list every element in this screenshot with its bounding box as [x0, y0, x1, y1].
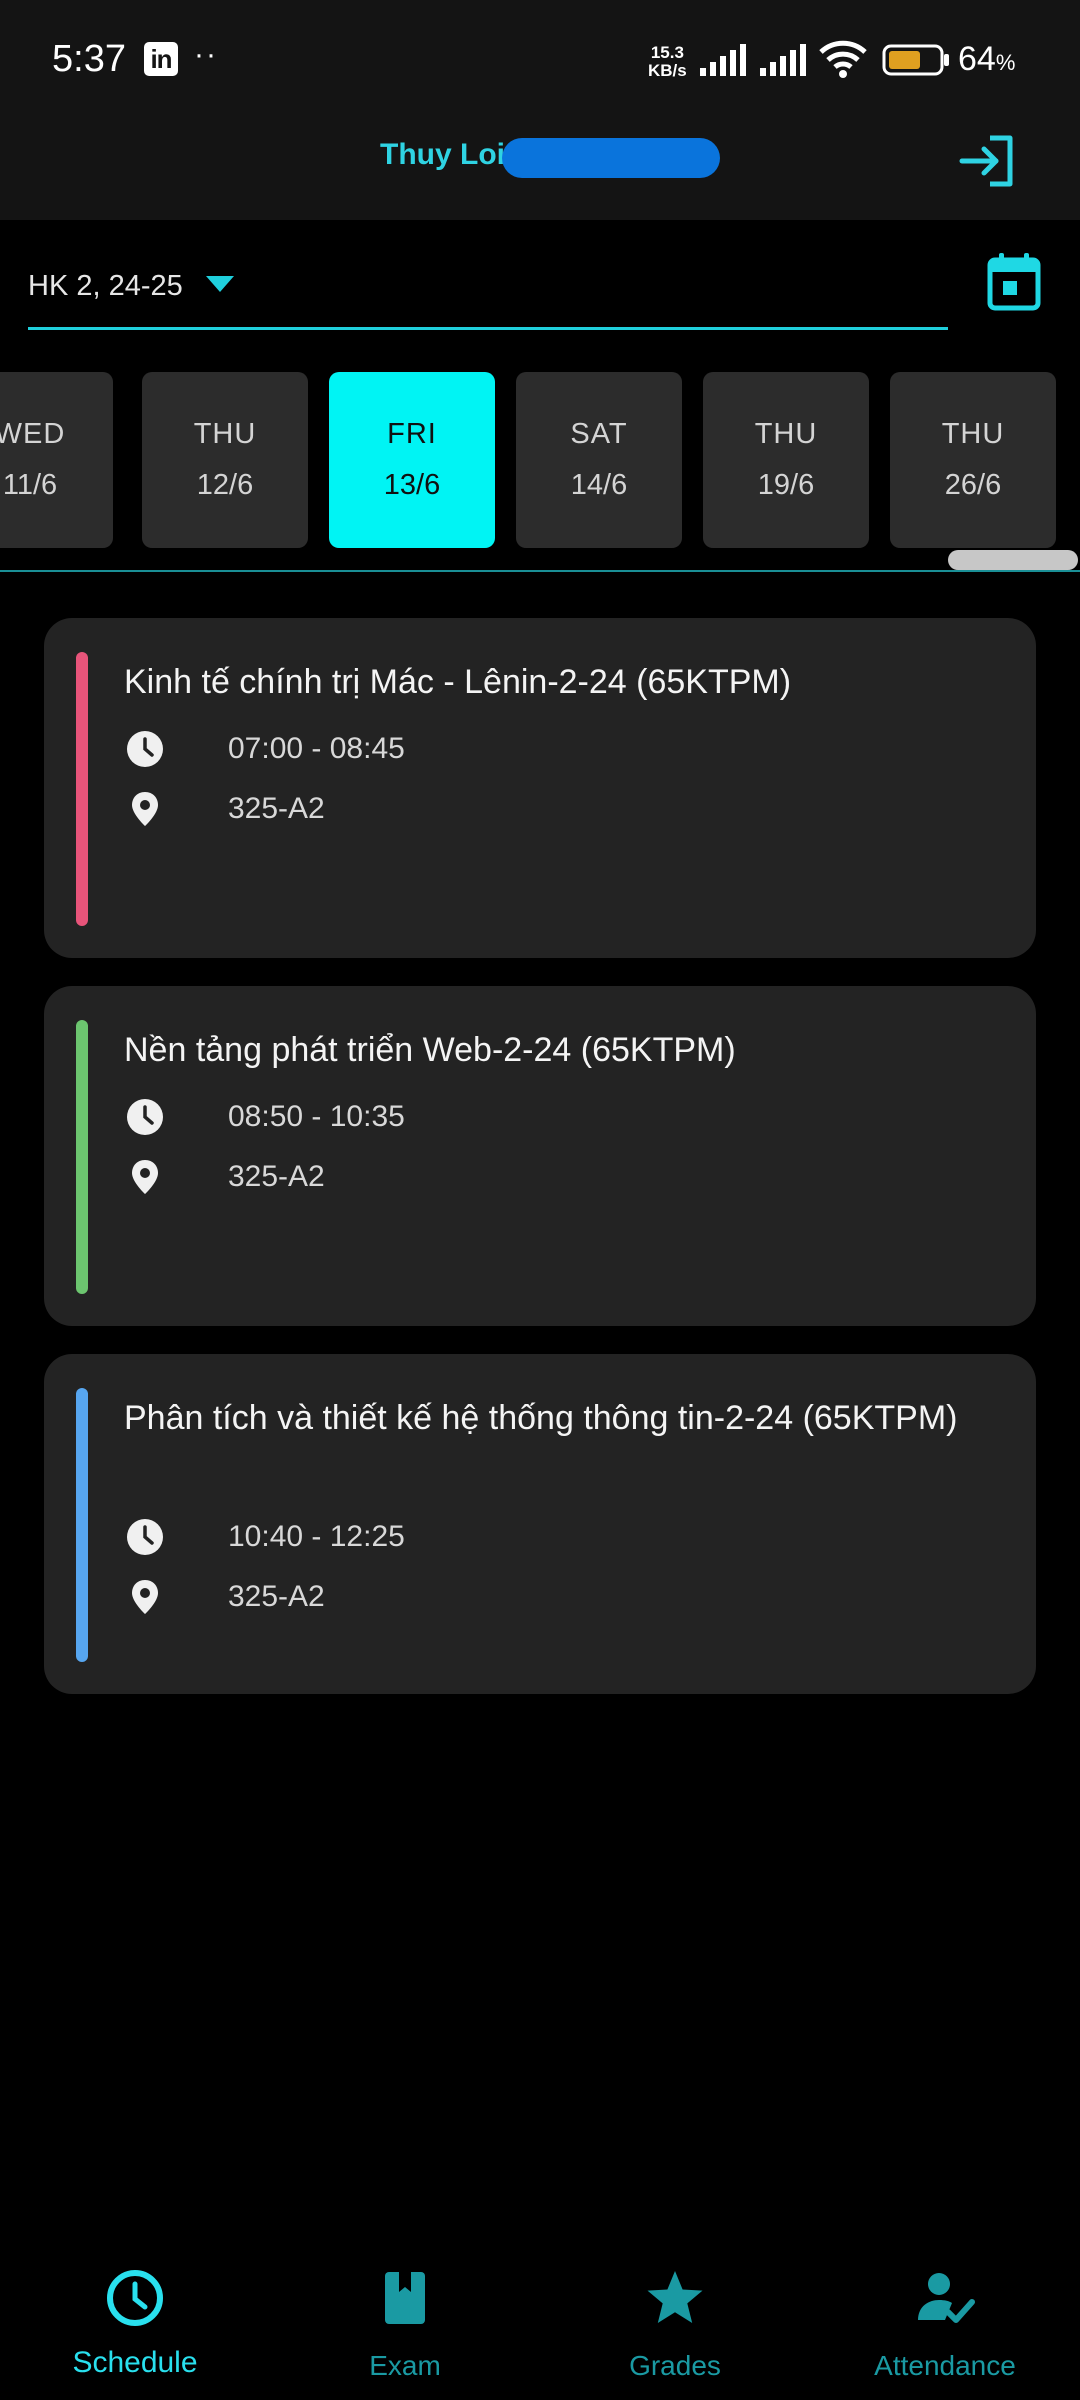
day-date: 14/6: [570, 469, 628, 501]
class-card[interactable]: Phân tích và thiết kế hệ thống thông tin…: [44, 1354, 1036, 1694]
day-name: SAT: [570, 418, 628, 450]
class-color-bar: [76, 652, 88, 926]
class-title: Phân tích và thiết kế hệ thống thông tin…: [124, 1399, 958, 1437]
app-header: Thuy Loi: [0, 120, 1080, 220]
header-title: Thuy Loi: [380, 138, 505, 171]
class-room: 325-A2: [228, 1580, 325, 1613]
day-selector[interactable]: WED 11/6 THU 12/6 FRI 13/6 SAT 14/6 THU …: [0, 372, 1080, 572]
day-date: 13/6: [383, 469, 441, 501]
linkedin-icon: in: [144, 42, 178, 76]
nav-label: Exam: [369, 2350, 441, 2381]
class-title: Nền tảng phát triển Web-2-24 (65KTPM): [124, 1031, 736, 1069]
status-time: 5:37: [52, 38, 126, 80]
day-name: THU: [754, 418, 818, 450]
day-name: WED: [0, 418, 66, 450]
logout-icon[interactable]: [956, 130, 1018, 192]
class-color-bar: [76, 1020, 88, 1294]
caret-down-icon: [206, 276, 234, 292]
day-tab[interactable]: THU 26/6: [890, 372, 1056, 548]
day-name: FRI: [387, 418, 437, 450]
network-speed: 15.3 KB/s: [648, 44, 687, 80]
clock-icon: [107, 2270, 163, 2326]
wifi-icon: [819, 40, 867, 78]
semester-dropdown[interactable]: HK 2, 24-25: [28, 250, 948, 330]
day-date: 11/6: [2, 469, 58, 501]
calendar-icon[interactable]: [986, 252, 1042, 312]
network-speed-unit: KB/s: [648, 61, 687, 80]
status-bar: 5:37 in ·· 15.3 KB/s 64%: [0, 0, 1080, 120]
day-name: THU: [941, 418, 1005, 450]
network-speed-value: 15.3: [650, 43, 684, 62]
nav-schedule[interactable]: Schedule: [0, 2240, 270, 2400]
class-room: 325-A2: [228, 1160, 325, 1193]
nav-label: Schedule: [72, 2346, 198, 2379]
clock-icon: [127, 1099, 163, 1135]
day-tab[interactable]: WED 11/6: [0, 372, 113, 548]
nav-attendance[interactable]: Attendance: [810, 2240, 1080, 2400]
battery-icon: [882, 44, 949, 76]
battery-percent: 64%: [958, 40, 1015, 79]
day-name: THU: [193, 418, 257, 450]
day-tab-selected[interactable]: FRI 13/6: [329, 372, 495, 548]
class-room: 325-A2: [228, 792, 325, 825]
signal-icon: [700, 44, 746, 76]
class-time: 10:40 - 12:25: [228, 1520, 405, 1553]
class-card[interactable]: Nền tảng phát triển Web-2-24 (65KTPM) 08…: [44, 986, 1036, 1326]
nav-label: Attendance: [874, 2350, 1016, 2381]
nav-exam[interactable]: Exam: [270, 2240, 540, 2400]
location-pin-icon: [132, 792, 158, 826]
class-time: 08:50 - 10:35: [228, 1100, 405, 1133]
book-icon: [385, 2272, 425, 2324]
class-time: 07:00 - 08:45: [228, 732, 405, 765]
clock-icon: [127, 731, 163, 767]
day-tab[interactable]: SAT 14/6: [516, 372, 682, 548]
day-strip-scrollbar[interactable]: [948, 550, 1078, 570]
nav-grades[interactable]: Grades: [540, 2240, 810, 2400]
class-card[interactable]: Kinh tế chính trị Mác - Lênin-2-24 (65KT…: [44, 618, 1036, 958]
day-date: 19/6: [757, 469, 815, 501]
semester-value: HK 2, 24-25: [28, 270, 183, 302]
location-pin-icon: [132, 1580, 158, 1614]
redacted-name: [502, 138, 720, 178]
day-strip-divider: [0, 570, 1080, 572]
battery-unit: %: [995, 50, 1016, 75]
day-date: 12/6: [196, 469, 254, 501]
location-pin-icon: [132, 1160, 158, 1194]
class-title: Kinh tế chính trị Mác - Lênin-2-24 (65KT…: [124, 663, 792, 701]
class-color-bar: [76, 1388, 88, 1662]
status-dots: ··: [194, 38, 218, 71]
day-tab[interactable]: THU 19/6: [703, 372, 869, 548]
day-tab[interactable]: THU 12/6: [142, 372, 308, 548]
nav-label: Grades: [629, 2350, 721, 2381]
person-check-icon: [918, 2273, 975, 2323]
battery-value: 64: [958, 40, 996, 78]
bottom-navigation: Schedule Exam Grades Attendance: [0, 2240, 1080, 2400]
day-date: 26/6: [944, 469, 1002, 501]
clock-icon: [127, 1519, 163, 1555]
star-icon: [647, 2271, 703, 2323]
signal-icon-2: [760, 44, 806, 76]
